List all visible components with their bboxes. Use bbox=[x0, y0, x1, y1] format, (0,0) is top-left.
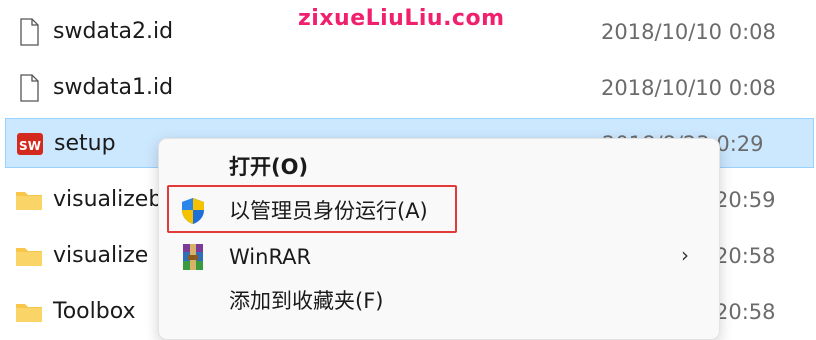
file-date: 20:58 bbox=[715, 244, 776, 268]
watermark-text: zixueLiuLiu.com bbox=[298, 6, 505, 31]
menu-item-winrar[interactable]: WinRAR › bbox=[159, 235, 719, 279]
winrar-icon bbox=[183, 244, 203, 270]
file-name: visualize bbox=[53, 243, 149, 268]
file-icon bbox=[20, 74, 39, 102]
file-name: visualizeb bbox=[53, 187, 163, 212]
file-row-swdata1[interactable]: swdata1.id 2018/10/10 0:08 bbox=[0, 60, 816, 116]
menu-item-label: 打开(O) bbox=[229, 155, 309, 179]
chevron-right-icon: › bbox=[681, 243, 689, 267]
menu-item-label: 添加到收藏夹(F) bbox=[229, 289, 384, 313]
folder-icon bbox=[16, 304, 42, 322]
file-date: 2018/10/10 0:08 bbox=[601, 20, 776, 44]
file-name: swdata1.id bbox=[53, 75, 174, 100]
menu-item-run-as-admin[interactable]: 以管理员身份运行(A) bbox=[159, 189, 719, 233]
menu-item-add-to-favorites[interactable]: 添加到收藏夹(F) bbox=[159, 279, 719, 323]
file-date: 20:58 bbox=[715, 300, 776, 324]
uac-shield-icon bbox=[182, 198, 204, 224]
file-name: setup bbox=[54, 131, 116, 156]
menu-item-label: WinRAR bbox=[229, 245, 312, 269]
solidworks-app-icon: SW bbox=[17, 133, 43, 155]
svg-text:SW: SW bbox=[19, 139, 41, 153]
folder-icon bbox=[16, 192, 42, 210]
file-name: Toolbox bbox=[53, 299, 136, 324]
menu-item-label: 以管理员身份运行(A) bbox=[229, 199, 428, 223]
file-date: 2018/10/10 0:08 bbox=[601, 76, 776, 100]
context-menu: 打开(O) 以管理员身份运行(A) WinRAR › 添加到收藏夹(F) bbox=[158, 138, 720, 340]
file-date: 20:59 bbox=[715, 188, 776, 212]
menu-item-open[interactable]: 打开(O) bbox=[159, 145, 719, 189]
file-icon bbox=[20, 18, 39, 46]
folder-icon bbox=[16, 248, 42, 266]
file-name: swdata2.id bbox=[53, 19, 174, 44]
